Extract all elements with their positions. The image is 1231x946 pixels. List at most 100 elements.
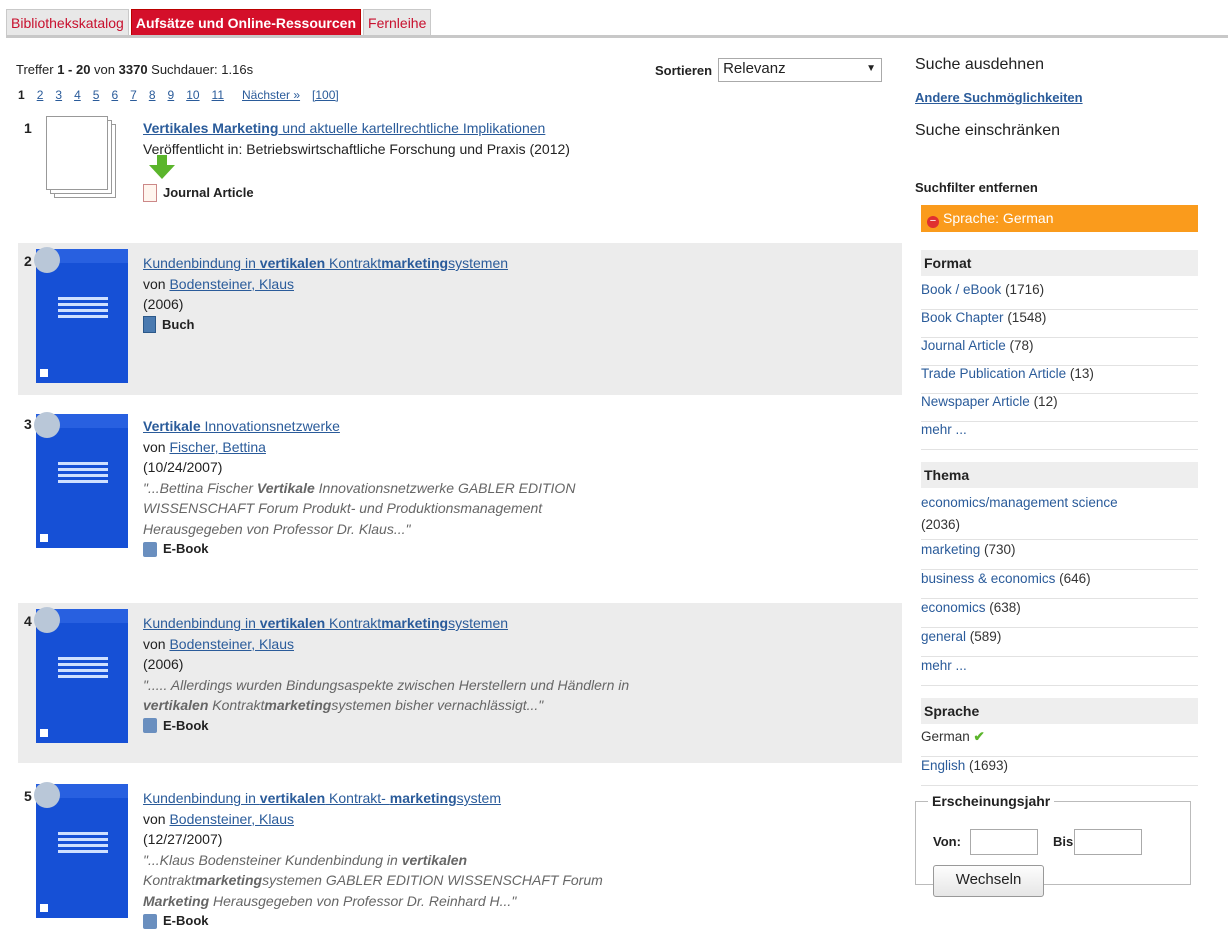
year-to-input[interactable] — [1074, 829, 1142, 855]
page-link[interactable]: 2 — [37, 88, 44, 102]
result-title-link[interactable]: Kundenbindung in vertikalen Kontrakt- ma… — [143, 790, 501, 806]
result-item: 2 Kundenbindung in vertikalen Kontraktma… — [18, 243, 902, 395]
facet-item[interactable]: Newspaper Article (12) — [921, 394, 1198, 422]
result-title-link[interactable]: Kundenbindung in vertikalen Kontraktmark… — [143, 255, 508, 271]
facet-count: (1716) — [1001, 282, 1045, 297]
facet-link[interactable]: general — [921, 629, 966, 644]
sort-value: Relevanz — [723, 60, 786, 77]
sort-control: Sortieren Relevanz ▼ — [655, 58, 883, 82]
apply-year-button[interactable]: Wechseln — [933, 865, 1044, 897]
author-link[interactable]: Bodensteiner, Klaus — [169, 276, 294, 292]
last-page-link[interactable]: [100] — [312, 88, 339, 102]
page-link[interactable]: 5 — [93, 88, 100, 102]
format-text: E-Book — [163, 717, 209, 733]
snippet-text: systemen bisher vernachlässigt..." — [331, 697, 544, 713]
facet-item[interactable]: general (589) — [921, 629, 1198, 657]
ebook-icon — [143, 913, 157, 929]
stats-of: von — [90, 62, 119, 77]
tab-bibliothekskatalog[interactable]: Bibliothekskatalog — [6, 9, 129, 36]
snippet-line: Marketing Herausgegeben von Professor Dr… — [143, 891, 603, 912]
author-link[interactable]: Bodensteiner, Klaus — [169, 811, 294, 827]
from-label: Von: — [933, 834, 961, 849]
title-bold: marketing — [381, 615, 449, 631]
year-legend: Erscheinungsjahr — [932, 793, 1051, 809]
tab-aufsaetze[interactable]: Aufsätze und Online-Ressourcen — [130, 9, 362, 36]
facet-item[interactable]: marketing (730) — [921, 542, 1198, 570]
facet-link[interactable]: economics/management science — [921, 495, 1118, 510]
topic-facet-heading: Thema — [921, 462, 1198, 488]
sort-select[interactable]: Relevanz ▼ — [718, 58, 883, 82]
more-link[interactable]: mehr ... — [921, 422, 967, 437]
pub-date: (2006) — [143, 656, 184, 672]
article-icon — [143, 184, 157, 203]
narrow-search-heading: Suche einschränken — [915, 122, 1060, 139]
snippet-bold: marketing — [264, 697, 332, 713]
result-number: 4 — [24, 613, 32, 629]
facet-link[interactable]: economics — [921, 600, 986, 615]
document-thumbnail-icon — [46, 116, 116, 198]
author-link[interactable]: Fischer, Bettina — [169, 439, 266, 455]
page-link[interactable]: 4 — [74, 88, 81, 102]
facet-item[interactable]: Journal Article (78) — [921, 338, 1198, 366]
facet-link[interactable]: English — [921, 758, 965, 773]
snippet-text: systemen GABLER EDITION WISSENSCHAFT For… — [262, 872, 603, 888]
next-page-link[interactable]: Nächster » — [242, 88, 300, 102]
facet-item[interactable]: Book / eBook (1716) — [921, 282, 1198, 310]
facet-item[interactable]: business & economics (646) — [921, 571, 1198, 599]
facet-count: (589) — [966, 629, 1002, 644]
facet-more[interactable]: mehr ... — [921, 658, 1198, 686]
title-text: Kundenbindung in — [143, 790, 260, 806]
sort-label: Sortieren — [655, 62, 713, 78]
remove-icon[interactable]: − — [927, 216, 939, 228]
facet-item[interactable]: Trade Publication Article (13) — [921, 366, 1198, 394]
snippet-line: WISSENSCHAFT Forum Produkt- und Produkti… — [143, 500, 543, 516]
facet-link[interactable]: marketing — [921, 542, 980, 557]
facet-item[interactable]: English (1693) — [921, 758, 1198, 786]
facet-item[interactable]: Book Chapter (1548) — [921, 310, 1198, 338]
result-number: 2 — [24, 253, 32, 269]
facet-item[interactable]: economics (638) — [921, 600, 1198, 628]
facet-count: (638) — [985, 600, 1021, 615]
result-stats: Treffer 1 - 20 von 3370 Suchdauer: 1.16s — [16, 62, 253, 77]
result-title-link[interactable]: Vertikale Innovationsnetzwerke — [143, 418, 340, 434]
other-search-options-link[interactable]: Andere Suchmöglichkeiten — [915, 90, 1083, 105]
page-link[interactable]: 10 — [186, 88, 199, 102]
facet-link[interactable]: business & economics — [921, 571, 1055, 586]
result-title[interactable]: Vertikales Marketing und aktuelle kartel… — [143, 118, 570, 139]
page-link[interactable]: 7 — [130, 88, 137, 102]
facet-item[interactable]: economics/management science (2036) — [921, 492, 1198, 540]
page-link[interactable]: 6 — [111, 88, 118, 102]
title-text: systemen — [448, 255, 509, 271]
snippet-line: Herausgegeben von Professor Dr. Klaus...… — [143, 520, 411, 537]
download-arrow-icon[interactable] — [149, 155, 175, 179]
facet-link[interactable]: Book Chapter — [921, 310, 1004, 325]
format-text: E-Book — [163, 913, 209, 928]
page-link[interactable]: 9 — [168, 88, 175, 102]
more-link[interactable]: mehr ... — [921, 658, 967, 673]
snippet-text: "...Bettina Fischer — [143, 479, 257, 496]
result-title-link[interactable]: Kundenbindung in vertikalen Kontraktmark… — [143, 615, 508, 631]
chevron-down-icon: ▼ — [866, 63, 877, 74]
facet-count: (1548) — [1003, 310, 1047, 325]
page-link[interactable]: 3 — [55, 88, 62, 102]
page-link[interactable]: 11 — [212, 88, 224, 102]
tab-fernleihe[interactable]: Fernleihe — [363, 9, 432, 36]
page-link[interactable]: 8 — [149, 88, 156, 102]
facet-more[interactable]: mehr ... — [921, 422, 1198, 450]
snippet-text: "...Klaus Bodensteiner Kundenbindung in — [143, 851, 402, 868]
author-link[interactable]: Bodensteiner, Klaus — [169, 636, 294, 652]
snippet-line: Kontraktmarketingsystemen GABLER EDITION… — [143, 870, 603, 891]
format-label: E-Book — [143, 539, 575, 560]
stats-range: 1 - 20 — [57, 62, 91, 77]
facet-link[interactable]: Journal Article — [921, 338, 1006, 353]
title-text: system — [456, 790, 502, 806]
result-title-link[interactable]: Vertikales Marketing und aktuelle kartel… — [143, 120, 545, 136]
facet-link[interactable]: Book / eBook — [921, 282, 1001, 297]
active-filter[interactable]: − Sprache: German — [921, 205, 1198, 232]
page-current: 1 — [18, 88, 25, 102]
format-label: Journal Article — [143, 183, 570, 204]
facet-link[interactable]: Trade Publication Article — [921, 366, 1066, 381]
year-from-input[interactable] — [970, 829, 1038, 855]
by-label: von — [143, 810, 170, 827]
facet-link[interactable]: Newspaper Article — [921, 394, 1030, 409]
